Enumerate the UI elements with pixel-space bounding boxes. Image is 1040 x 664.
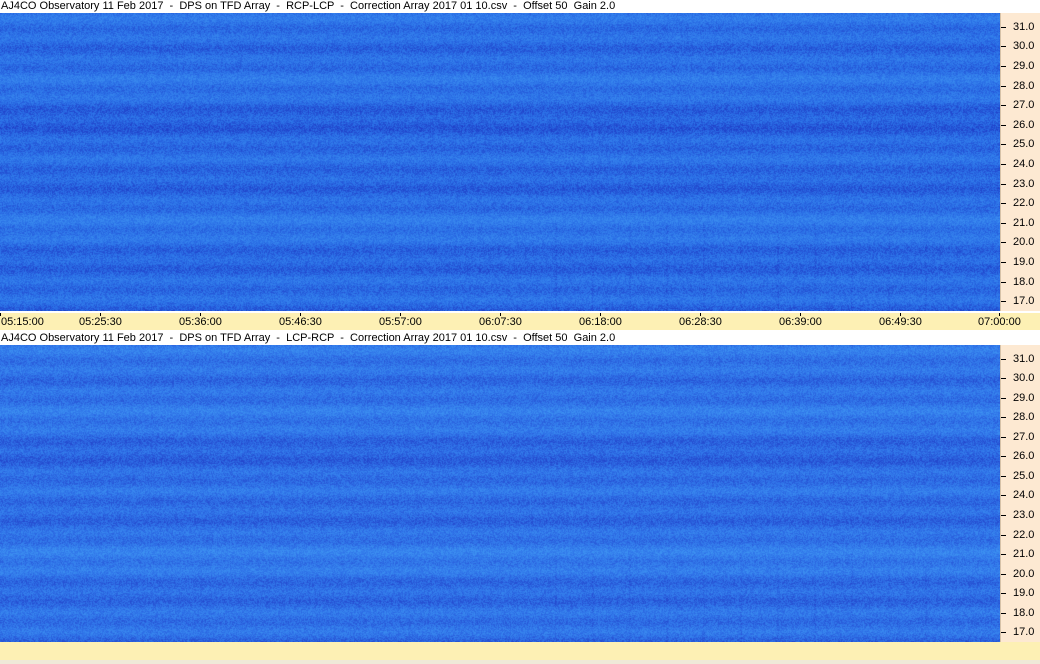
y-tick-label: 18.0 [1013,607,1035,619]
y-tick-label: 27.0 [1013,431,1035,443]
y-tick [1001,495,1006,496]
y-tick [1001,86,1006,87]
y-tick-label: 29.0 [1013,392,1035,404]
y-tick [1001,27,1006,28]
x-tick-label: 05:46:30 [279,316,322,328]
y-tick-label: 22.0 [1013,529,1035,541]
y-tick-label: 30.0 [1013,372,1035,384]
y-tick-label: 29.0 [1013,60,1035,72]
y-tick [1001,105,1006,106]
y-tick-label: 23.0 [1013,178,1035,190]
x-tick-label: 06:39:00 [779,316,822,328]
y-tick [1001,456,1006,457]
y-tick-label: 26.0 [1013,450,1035,462]
y-tick [1001,593,1006,594]
y-tick-label: 18.0 [1013,276,1035,288]
y-tick [1001,223,1006,224]
y-tick-label: 25.0 [1013,470,1035,482]
x-tick-label: 05:57:00 [379,316,422,328]
y-tick [1001,184,1006,185]
y-tick [1001,613,1006,614]
y-tick [1001,476,1006,477]
y-tick [1001,301,1006,302]
y-tick-label: 21.0 [1013,548,1035,560]
x-tick-label: 06:18:00 [579,316,622,328]
panel-2-frequency-axis: 31.0 30.0 29.0 28.0 27.0 26.0 25.0 24.0 23.0 22.0… [1000,345,1040,642]
panel-1-title: AJ4CO Observatory 11 Feb 2017 - DPS on T… [0,0,1040,13]
x-tick-label: 06:49:30 [879,316,922,328]
x-tick-label: 05:36:00 [179,316,222,328]
panel-2-time-axis [0,642,1040,660]
y-tick-label: 17.0 [1013,626,1035,638]
x-tick-label: 07:00:00 [978,316,1021,328]
panel-1-spectrogram [0,13,1000,311]
panel-2-spectrogram [0,345,1000,642]
window-bottom-edge [0,660,1040,664]
y-tick [1001,262,1006,263]
y-tick [1001,46,1006,47]
y-tick-label: 28.0 [1013,80,1035,92]
y-tick [1001,359,1006,360]
y-tick [1001,378,1006,379]
time-axis: 05:15:00 05:25:30 05:36:00 05:46:30 05:57:00… [0,313,1040,330]
y-tick [1001,574,1006,575]
panel-2-title: AJ4CO Observatory 11 Feb 2017 - DPS on T… [0,332,1040,345]
y-tick [1001,164,1006,165]
y-tick-label: 24.0 [1013,489,1035,501]
y-tick-label: 24.0 [1013,158,1035,170]
y-tick [1001,66,1006,67]
y-tick-label: 22.0 [1013,197,1035,209]
y-tick [1001,554,1006,555]
y-tick [1001,242,1006,243]
panel-1-frequency-axis: 31.0 30.0 29.0 28.0 27.0 26.0 25.0 24.0 23.0 22.0… [1000,13,1040,311]
y-tick-label: 19.0 [1013,256,1035,268]
x-tick-label: 05:25:30 [79,316,122,328]
y-tick-label: 31.0 [1013,21,1035,33]
y-tick-label: 20.0 [1013,236,1035,248]
y-tick-label: 25.0 [1013,138,1035,150]
x-tick-label: 06:07:30 [479,316,522,328]
y-tick-label: 28.0 [1013,411,1035,423]
y-tick-label: 30.0 [1013,40,1035,52]
y-tick-label: 26.0 [1013,119,1035,131]
y-tick [1001,144,1006,145]
y-tick [1001,515,1006,516]
y-tick-label: 31.0 [1013,353,1035,365]
y-tick [1001,535,1006,536]
y-tick-label: 20.0 [1013,568,1035,580]
y-tick [1001,417,1006,418]
y-tick-label: 27.0 [1013,99,1035,111]
y-tick-label: 17.0 [1013,295,1035,307]
y-tick-label: 23.0 [1013,509,1035,521]
y-tick [1001,125,1006,126]
y-tick [1001,398,1006,399]
y-tick [1001,632,1006,633]
x-tick-label: 06:28:30 [679,316,722,328]
y-tick [1001,203,1006,204]
y-tick-label: 21.0 [1013,217,1035,229]
x-tick-label: 05:15:00 [1,316,44,328]
y-tick [1001,437,1006,438]
y-tick [1001,282,1006,283]
y-tick-label: 19.0 [1013,587,1035,599]
